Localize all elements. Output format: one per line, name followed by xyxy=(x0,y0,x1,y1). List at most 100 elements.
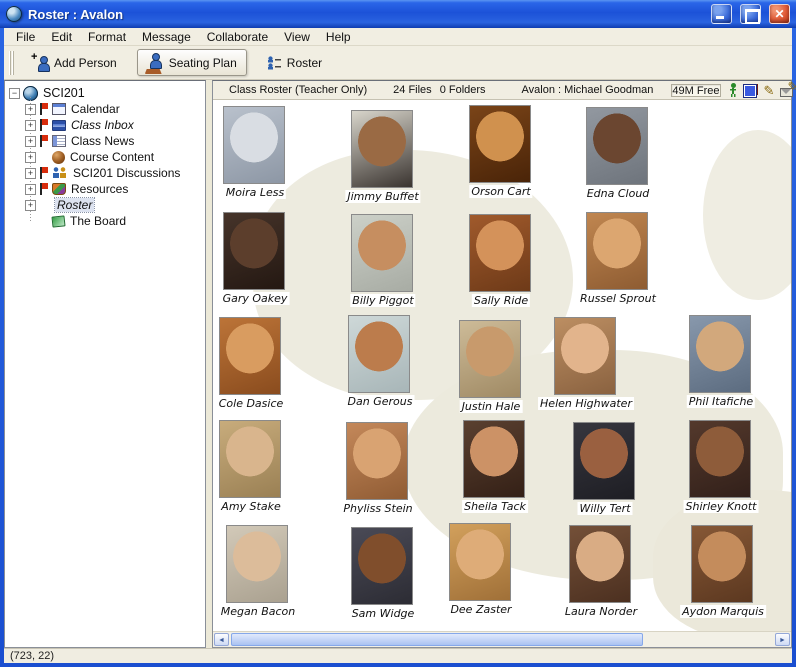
minimize-button[interactable] xyxy=(711,4,732,24)
student-card-orson-cart[interactable]: Orson Cart xyxy=(469,105,533,183)
person-status-icon[interactable] xyxy=(729,83,738,97)
student-card-phil-itafiche[interactable]: Phil Itafiche xyxy=(689,315,753,393)
scroll-left-button[interactable]: ◄ xyxy=(214,633,229,646)
scroll-right-button[interactable]: ► xyxy=(775,633,790,646)
inbox-icon xyxy=(52,120,66,131)
toolbar: + Add Person Seating Plan Roster xyxy=(4,46,792,80)
student-card-dee-zaster[interactable]: Dee Zaster xyxy=(449,523,513,601)
expand-toggle[interactable]: + xyxy=(25,168,36,179)
horizontal-scrollbar[interactable]: ◄ ► xyxy=(213,631,791,647)
student-name-label: Cole Dasice xyxy=(217,397,286,410)
tree-item-class-inbox[interactable]: +Class Inbox xyxy=(7,117,205,133)
student-card-sam-widge[interactable]: Sam Widge xyxy=(351,527,415,605)
tree-item-the-board[interactable]: The Board xyxy=(7,213,205,229)
menu-file[interactable]: File xyxy=(8,29,43,45)
student-name-label: Laura Norder xyxy=(563,605,639,618)
roster-button[interactable]: Roster xyxy=(257,51,332,75)
student-photo xyxy=(463,420,525,498)
student-card-jimmy-buffet[interactable]: Jimmy Buffet xyxy=(351,110,415,188)
student-card-willy-tert[interactable]: Willy Tert xyxy=(573,422,637,500)
header-action-icons: ✎ ✎ ✒ xyxy=(729,83,796,97)
student-card-russel-sprout[interactable]: Russel Sprout xyxy=(586,212,650,290)
roster-canvas: Moira Less Jimmy Buffet Orson Cart Edna Clo… xyxy=(213,100,791,631)
student-card-shirley-knott[interactable]: Shirley Knott xyxy=(689,420,753,498)
tree-item-class-news[interactable]: +Class News xyxy=(7,133,205,149)
expand-toggle[interactable]: + xyxy=(25,104,36,115)
unread-flag-icon xyxy=(39,135,49,147)
close-button[interactable] xyxy=(769,4,790,24)
student-photo xyxy=(691,525,753,603)
expand-toggle[interactable]: + xyxy=(25,152,36,163)
student-name-label: Justin Hale xyxy=(460,400,523,413)
student-name-label: Willy Tert xyxy=(577,502,632,515)
menu-format[interactable]: Format xyxy=(80,29,134,45)
student-card-phyliss-stein[interactable]: Phyliss Stein xyxy=(346,422,410,500)
watermark-blob xyxy=(703,130,791,300)
student-card-gary-oakey[interactable]: Gary Oakey xyxy=(223,212,287,290)
board-icon xyxy=(51,215,65,227)
tree-item-label: Calendar xyxy=(69,102,122,116)
student-card-amy-stake[interactable]: Amy Stake xyxy=(219,420,283,498)
student-card-edna-cloud[interactable]: Edna Cloud xyxy=(586,107,650,185)
expand-toggle[interactable]: + xyxy=(25,200,36,211)
resources-icon xyxy=(52,183,66,195)
student-photo xyxy=(586,212,648,290)
tree-item-roster[interactable]: +Roster xyxy=(7,197,205,213)
tree-item-sci201[interactable]: − SCI201 xyxy=(7,85,205,101)
student-card-cole-dasice[interactable]: Cole Dasice xyxy=(219,317,283,395)
expand-toggle[interactable]: + xyxy=(25,120,36,131)
seating-plan-button[interactable]: Seating Plan xyxy=(137,49,247,76)
menu-view[interactable]: View xyxy=(276,29,318,45)
student-photo xyxy=(569,525,631,603)
roster-content-panel: Class Roster (Teacher Only) 24 Files 0 F… xyxy=(212,80,792,648)
student-card-aydon-marquis[interactable]: Aydon Marquis xyxy=(691,525,755,603)
student-photo xyxy=(469,214,531,292)
student-photo xyxy=(689,420,751,498)
discussions-icon xyxy=(52,167,68,179)
student-name-label: Moira Less xyxy=(224,186,286,199)
tree-item-sci201-discussions[interactable]: +SCI201 Discussions xyxy=(7,165,205,181)
collapse-toggle[interactable]: − xyxy=(9,88,20,99)
layers-icon[interactable] xyxy=(744,84,758,97)
student-card-sally-ride[interactable]: Sally Ride xyxy=(469,214,533,292)
tree-children: + Calendar+Class Inbox+Class News+Course … xyxy=(7,101,205,229)
student-name-label: Sally Ride xyxy=(472,294,530,307)
seating-plan-label: Seating Plan xyxy=(169,56,237,70)
student-card-billy-piggot[interactable]: Billy Piggot xyxy=(351,214,415,292)
files-count: 24 Files xyxy=(393,84,432,96)
student-card-moira-less[interactable]: Moira Less xyxy=(223,106,287,184)
folders-count: 0 Folders xyxy=(440,84,486,96)
student-card-megan-bacon[interactable]: Megan Bacon xyxy=(226,525,290,603)
student-card-justin-hale[interactable]: Justin Hale xyxy=(459,320,523,398)
tree-item-resources[interactable]: +Resources xyxy=(7,181,205,197)
tree-item-calendar[interactable]: + Calendar xyxy=(7,101,205,117)
student-card-helen-highwater[interactable]: Helen Highwater xyxy=(554,317,618,395)
expand-toggle[interactable]: + xyxy=(25,136,36,147)
expander-spacer xyxy=(25,216,36,227)
student-name-label: Helen Highwater xyxy=(538,397,634,410)
menu-help[interactable]: Help xyxy=(318,29,359,45)
flag-slot xyxy=(39,215,49,227)
add-person-button[interactable]: + Add Person xyxy=(27,51,127,75)
menu-message[interactable]: Message xyxy=(134,29,199,45)
menu-edit[interactable]: Edit xyxy=(43,29,80,45)
student-photo xyxy=(689,315,751,393)
maximize-button[interactable] xyxy=(740,4,761,24)
toolbar-gripper[interactable] xyxy=(9,51,15,75)
scrollbar-thumb[interactable] xyxy=(231,633,643,646)
student-card-sheila-tack[interactable]: Sheila Tack xyxy=(463,420,527,498)
menu-collaborate[interactable]: Collaborate xyxy=(199,29,276,45)
window-body: FileEditFormatMessageCollaborateViewHelp… xyxy=(4,28,792,663)
compose-message-icon[interactable]: ✎ xyxy=(780,84,796,97)
main-area: − SCI201 + Calendar+Class Inbox+Class New… xyxy=(4,80,792,648)
pencil-icon[interactable]: ✎ xyxy=(764,84,775,97)
student-card-dan-gerous[interactable]: Dan Gerous xyxy=(348,315,412,393)
student-photo xyxy=(554,317,616,395)
content-title: Class Roster (Teacher Only) xyxy=(229,84,367,96)
expand-toggle[interactable]: + xyxy=(25,184,36,195)
unread-flag-icon xyxy=(39,167,49,179)
student-name-label: Aydon Marquis xyxy=(680,605,766,618)
student-card-laura-norder[interactable]: Laura Norder xyxy=(569,525,633,603)
unread-flag-icon xyxy=(39,183,49,195)
tree-item-course-content[interactable]: +Course Content xyxy=(7,149,205,165)
